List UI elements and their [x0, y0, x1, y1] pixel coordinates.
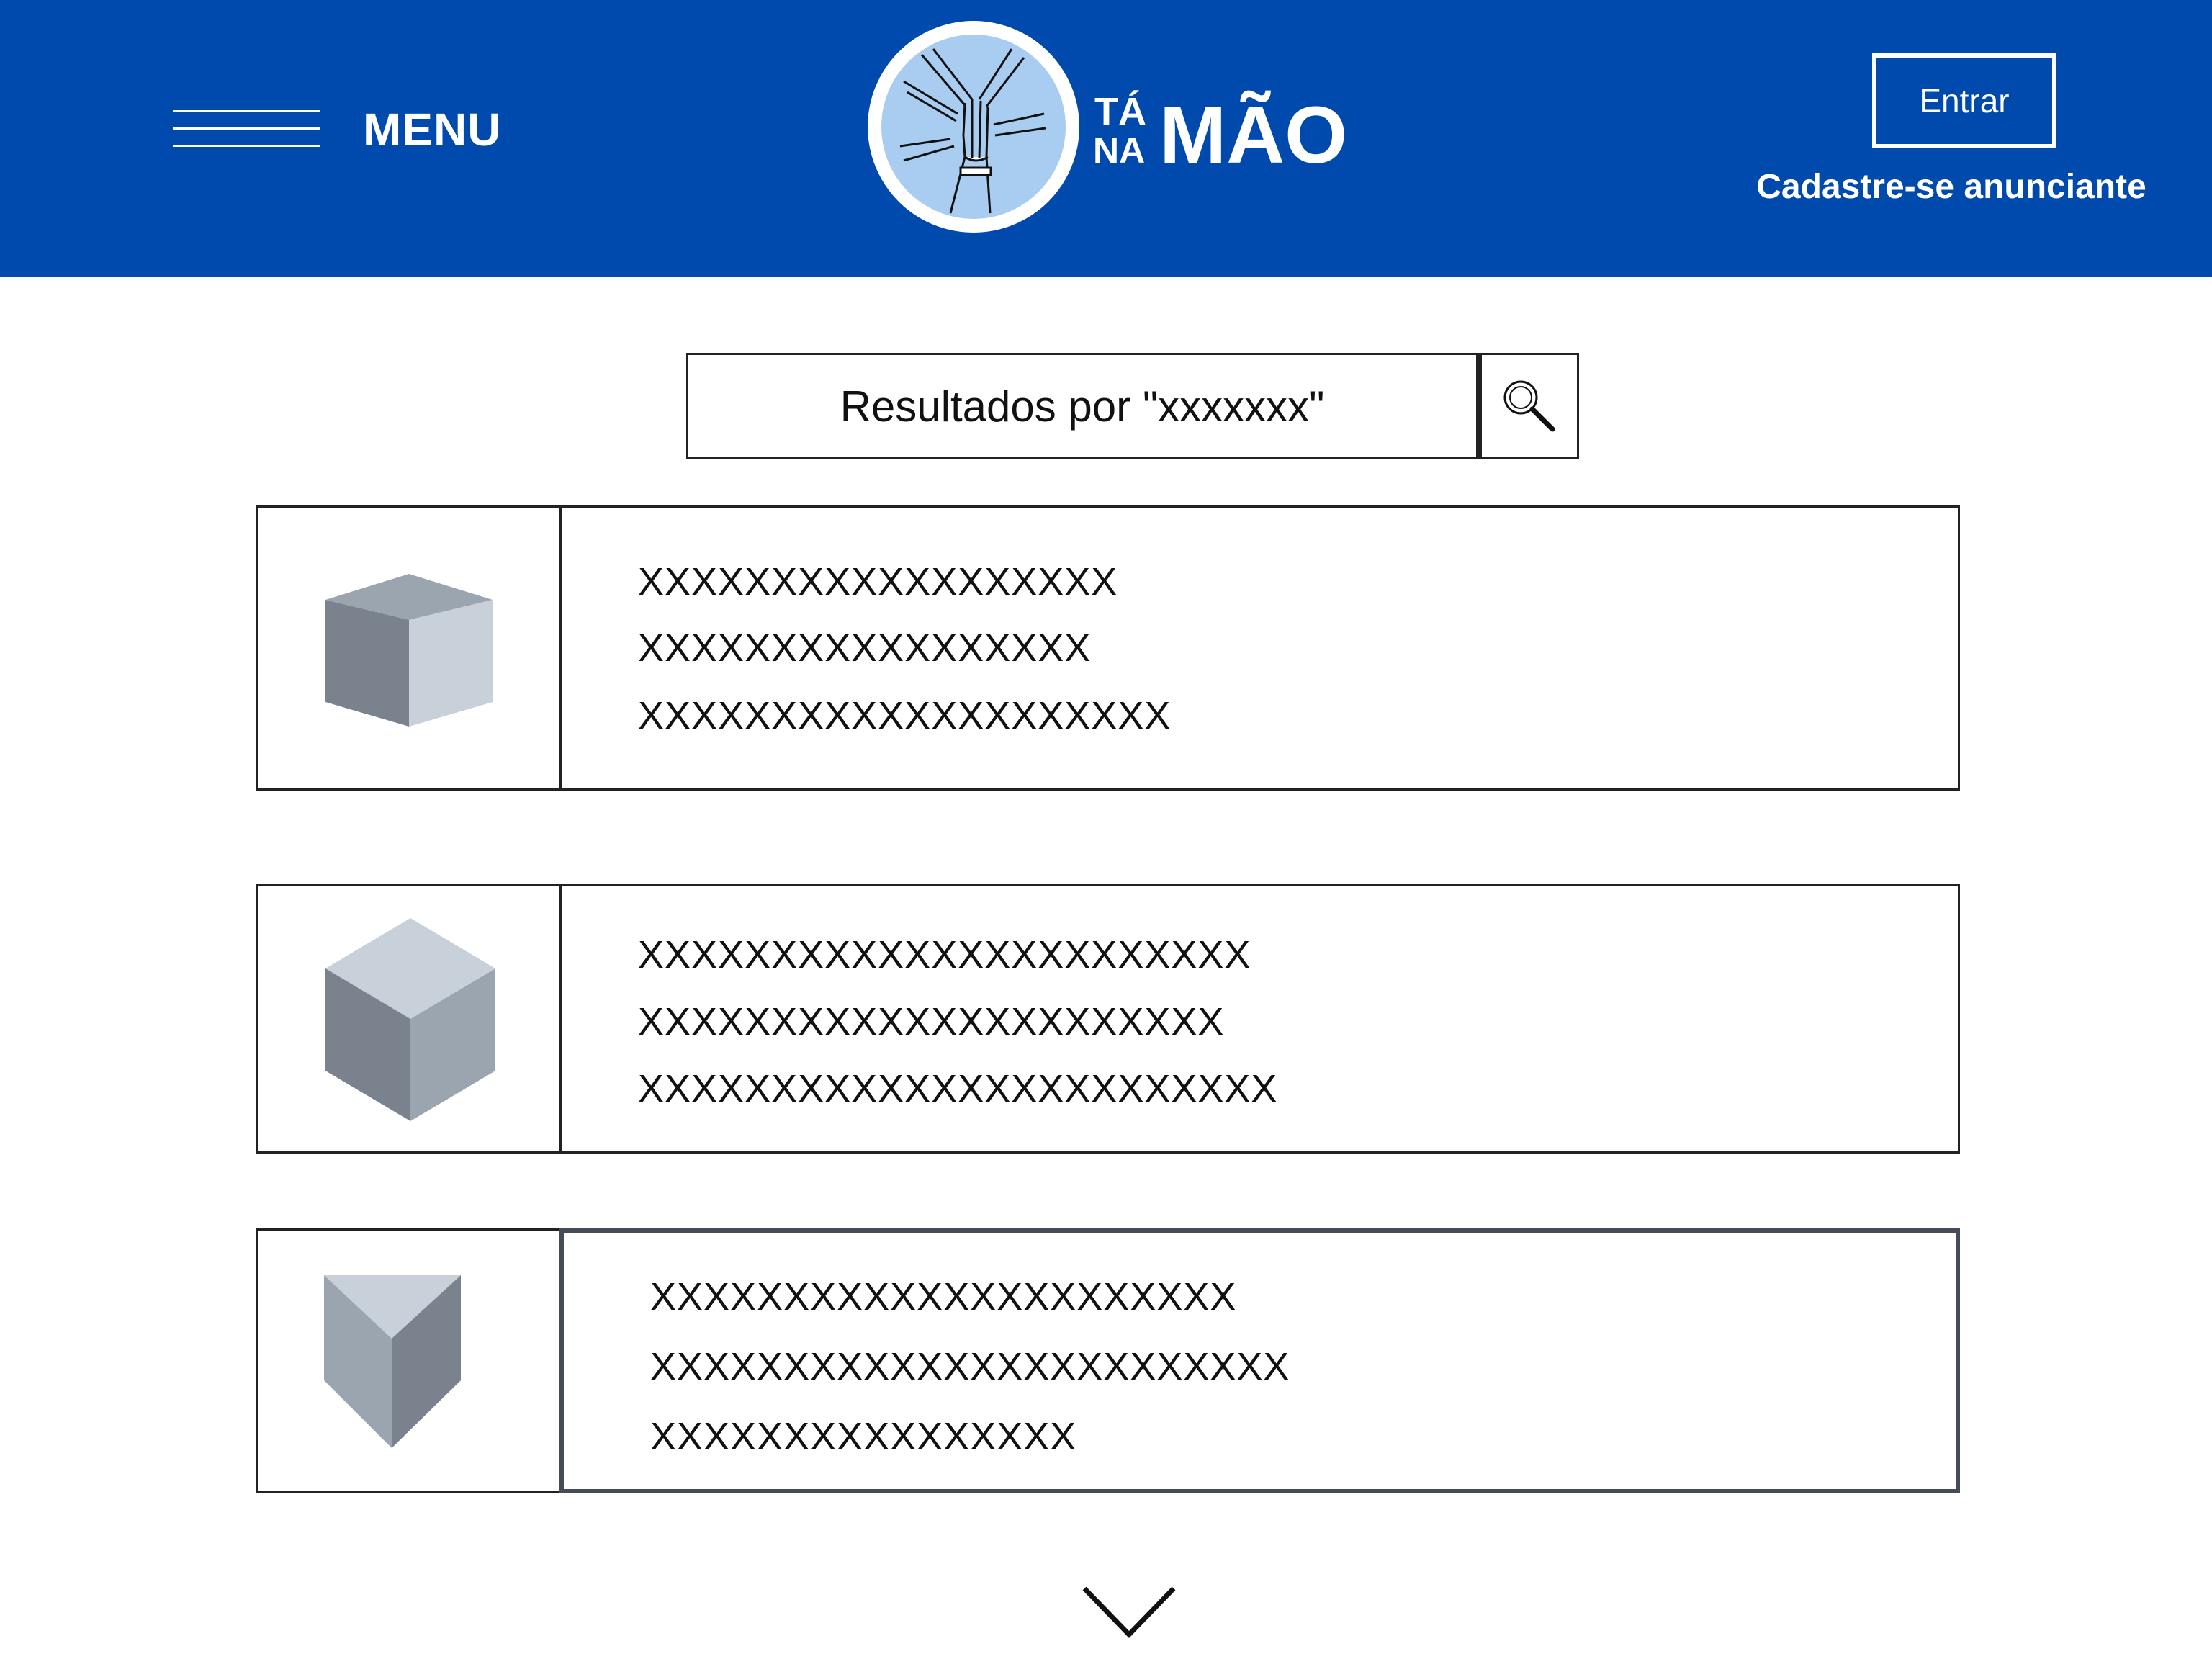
- brand-logo[interactable]: TÁ NA MÃO: [864, 20, 1411, 236]
- result-card[interactable]: XXXXXXXXXXXXXXXXXXXXXXX XXXXXXXXXXXXXXXX…: [256, 884, 1960, 1154]
- search-bar: Resultados por "xxxxxxx": [686, 353, 1579, 459]
- hamburger-icon: [173, 104, 320, 155]
- result-content[interactable]: XXXXXXXXXXXXXXXXXXXXXXX XXXXXXXXXXXXXXXX…: [559, 884, 1960, 1154]
- magnifier-icon: [1503, 380, 1555, 432]
- result-line: XXXXXXXXXXXXXXXX: [650, 1415, 1077, 1458]
- cube-icon: [325, 918, 495, 1121]
- chevron-down-icon[interactable]: [1080, 1584, 1178, 1642]
- result-thumbnail[interactable]: [256, 505, 561, 791]
- logo-mao: MÃO: [1159, 90, 1347, 180]
- shield-cube-icon: [324, 1275, 461, 1448]
- register-advertiser-link[interactable]: Cadastre-se anunciante: [1721, 167, 2182, 207]
- result-line: XXXXXXXXXXXXXXXXXXXXXXXX: [650, 1345, 1290, 1388]
- result-line: XXXXXXXXXXXXXXXXXXXXXX: [638, 1000, 1225, 1043]
- menu-button[interactable]: MENU: [173, 101, 518, 158]
- result-line: XXXXXXXXXXXXXXXXXXXXXXX: [638, 933, 1251, 976]
- search-input[interactable]: Resultados por "xxxxxxx": [686, 353, 1478, 459]
- result-line: XXXXXXXXXXXXXXXXXX: [638, 560, 1118, 603]
- top-bar: MENU TÁ NA MÃO Entrar Cadastre-se anunci…: [0, 0, 2212, 276]
- logo-na: NA: [1093, 130, 1145, 171]
- logo-ta: TÁ: [1094, 90, 1146, 133]
- result-line: XXXXXXXXXXXXXXXXX: [638, 626, 1092, 670]
- login-button[interactable]: Entrar: [1872, 53, 2056, 148]
- result-line: XXXXXXXXXXXXXXXXXXXXXXXX: [638, 1067, 1278, 1110]
- result-content[interactable]: XXXXXXXXXXXXXXXXXXXXXX XXXXXXXXXXXXXXXXX…: [559, 1228, 1960, 1493]
- result-line: XXXXXXXXXXXXXXXXXXXXXX: [650, 1275, 1237, 1318]
- result-thumbnail[interactable]: [256, 1228, 561, 1493]
- menu-label: MENU: [363, 104, 502, 156]
- result-line: XXXXXXXXXXXXXXXXXXXX: [638, 694, 1172, 737]
- result-content[interactable]: XXXXXXXXXXXXXXXXXX XXXXXXXXXXXXXXXXX XXX…: [559, 505, 1960, 791]
- cube-icon: [325, 574, 493, 727]
- search-button[interactable]: [1478, 353, 1579, 459]
- result-thumbnail[interactable]: [256, 884, 561, 1154]
- result-card[interactable]: XXXXXXXXXXXXXXXXXX XXXXXXXXXXXXXXXXX XXX…: [256, 505, 1960, 791]
- result-card[interactable]: XXXXXXXXXXXXXXXXXXXXXX XXXXXXXXXXXXXXXXX…: [256, 1228, 1960, 1493]
